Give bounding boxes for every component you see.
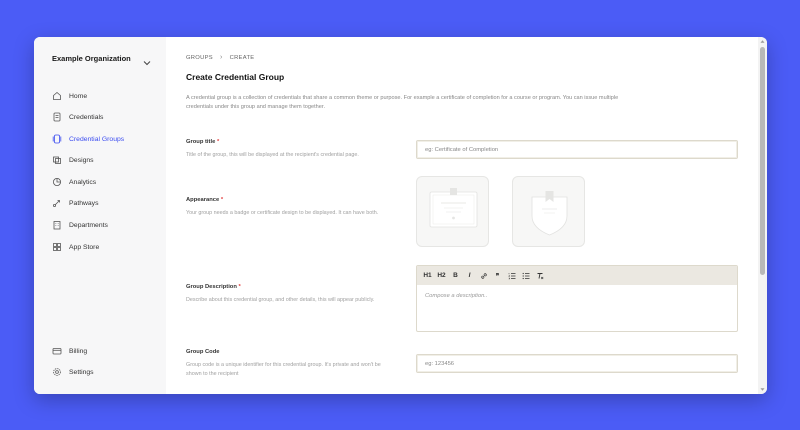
scrollbar[interactable] [758,37,767,394]
sidebar-item-analytics[interactable]: Analytics [52,175,162,189]
designs-icon [52,155,62,165]
sidebar-item-designs[interactable]: Designs [52,153,162,167]
group-icon [52,134,62,144]
group-code-input[interactable]: eg: 123456 [416,354,738,373]
scroll-up-icon[interactable] [760,39,765,44]
sidebar-item-label: Designs [69,156,94,164]
required-mark: * [238,284,241,290]
badge-icon [531,191,568,236]
sidebar-item-app-store[interactable]: App Store [52,240,162,254]
departments-icon [52,220,62,230]
main-content: GROUPS › CREATE Create Credential Group … [166,37,758,394]
description-textarea[interactable]: Compose a description.. [417,285,737,307]
certificate-icon [429,188,478,228]
sidebar-item-label: Analytics [69,178,97,186]
app-store-icon [52,242,62,252]
scroll-thumb[interactable] [760,47,765,275]
certificate-design-card[interactable] [416,176,489,247]
sidebar-item-label: Home [69,92,88,100]
bold-button[interactable]: B [451,271,460,281]
sidebar-item-credential-groups[interactable]: Credential Groups [52,132,162,146]
clear-format-icon[interactable] [535,271,544,281]
sidebar-item-settings[interactable]: Settings [52,365,162,379]
analytics-icon [52,177,62,187]
badge-design-card[interactable] [512,176,585,247]
group-title-label: Group title * [186,139,220,145]
credential-icon [52,112,62,122]
bullet-list-icon[interactable] [521,271,530,281]
sidebar-item-label: Departments [69,221,108,229]
chevron-down-icon[interactable] [142,58,152,68]
org-name: Example Organization [52,54,131,63]
sidebar: Example Organization Home Credentials Cr… [34,37,166,394]
breadcrumb-create: CREATE [229,54,255,61]
sidebar-item-departments[interactable]: Departments [52,218,162,232]
breadcrumb-groups[interactable]: GROUPS [186,55,213,61]
group-title-help: Title of the group, this will be display… [186,152,359,158]
group-description-help: Describe about this credential group, an… [186,297,375,303]
sidebar-item-label: Credential Groups [69,135,125,143]
required-mark: * [220,197,224,203]
sidebar-item-label: App Store [69,243,100,251]
group-code-help: Group code is a unique identifier for th… [186,362,381,377]
sidebar-item-label: Pathways [69,199,99,207]
editor-toolbar: H1 H2 B I ❞ [417,266,737,285]
sidebar-item-home[interactable]: Home [52,89,162,103]
chevron-right-icon: › [219,54,223,61]
billing-icon [52,346,62,356]
page-title: Create Credential Group [186,72,285,82]
breadcrumb: GROUPS › CREATE [186,54,254,61]
sidebar-item-label: Credentials [69,113,104,121]
group-description-label: Group Description * [186,284,241,290]
required-mark: * [216,139,220,145]
appearance-help: Your group needs a badge or certificate … [186,210,379,216]
sidebar-item-pathways[interactable]: Pathways [52,196,162,210]
appearance-label: Appearance * [186,197,224,203]
group-title-input[interactable]: eg: Certificate of Completion [416,140,738,159]
pathways-icon [52,198,62,208]
group-code-label: Group Code [186,349,220,355]
link-icon[interactable] [479,271,488,281]
heading1-button[interactable]: H1 [423,271,432,281]
app-window: Example Organization Home Credentials Cr… [34,37,767,394]
home-icon [52,91,62,101]
heading2-button[interactable]: H2 [437,271,446,281]
italic-button[interactable]: I [465,271,474,281]
page-intro: A credential group is a collection of cr… [186,95,619,110]
sidebar-item-billing[interactable]: Billing [52,344,162,358]
settings-icon [52,367,62,377]
description-editor: H1 H2 B I ❞ Compose a description.. [416,265,738,332]
quote-icon[interactable]: ❞ [493,271,502,281]
sidebar-item-label: Billing [69,347,88,355]
sidebar-item-credentials[interactable]: Credentials [52,110,162,124]
ordered-list-icon[interactable] [507,271,516,281]
sidebar-item-label: Settings [69,368,94,376]
scroll-down-icon[interactable] [760,387,765,392]
